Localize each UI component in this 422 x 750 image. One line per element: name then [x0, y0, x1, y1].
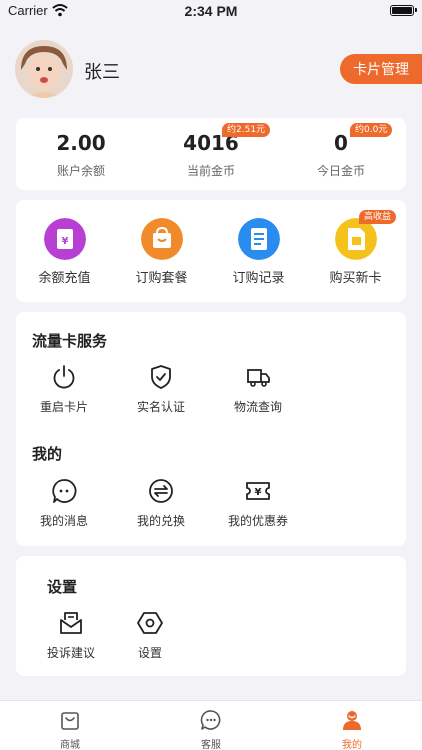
- settings-hex-icon: [137, 612, 163, 634]
- message-icon: [52, 479, 77, 503]
- status-bar: Carrier 2:34 PM: [0, 0, 422, 24]
- mail-icon: [60, 612, 82, 634]
- today-coins-badge: 约0.0元: [350, 123, 393, 137]
- document-icon: [238, 218, 280, 260]
- clock: 2:34 PM: [184, 3, 238, 19]
- user-icon: [343, 711, 361, 730]
- today-coins[interactable]: 0 今日金币 约0.0元: [276, 118, 406, 190]
- real-name-verify-button[interactable]: 实名认证: [113, 364, 209, 414]
- card-manage-button[interactable]: 卡片管理: [340, 54, 422, 84]
- coupon-icon: ¥: [246, 482, 270, 500]
- exchange-icon: [149, 479, 173, 503]
- high-yield-badge: 高收益: [359, 210, 397, 224]
- quick-actions-card: ¥ 余额充值 订购套餐 订购记录 购买新卡 高收益: [16, 200, 406, 302]
- order-plan-label: 订购套餐: [135, 271, 188, 286]
- coins-label: 当前金币: [186, 164, 235, 178]
- balance-value: 2.00: [56, 131, 106, 155]
- recharge-label: 余额充值: [38, 271, 91, 286]
- services-card: 流量卡服务 重启卡片 实名认证 物流查询 我的 我的消息 我的兑换 ¥ 我的优惠…: [16, 312, 406, 546]
- truck-icon: [247, 369, 270, 387]
- svg-text:¥: ¥: [255, 487, 262, 498]
- my-messages-button[interactable]: 我的消息: [16, 478, 112, 528]
- battery-icon: [390, 5, 417, 16]
- avatar[interactable]: [15, 40, 73, 98]
- settings-card: 设置 投诉建议 设置: [16, 556, 406, 676]
- restart-card-button[interactable]: 重启卡片: [16, 364, 112, 414]
- data-card-services-title: 流量卡服务: [32, 332, 108, 350]
- my-messages-label: 我的消息: [39, 514, 88, 528]
- settings-section-title: 设置: [47, 578, 78, 596]
- order-history-label: 订购记录: [232, 271, 285, 286]
- tab-mine[interactable]: 我的: [282, 701, 422, 750]
- power-icon: [53, 365, 75, 389]
- my-coupons-label: 我的优惠券: [227, 514, 288, 528]
- my-coupons-button[interactable]: ¥ 我的优惠券: [210, 478, 306, 528]
- order-plan-button[interactable]: 订购套餐: [113, 200, 210, 302]
- balance-label: 账户余额: [56, 164, 105, 178]
- today-coins-label: 今日金币: [316, 164, 365, 178]
- wallet-icon: ¥: [44, 218, 86, 260]
- balance-card: 2.00 账户余额 4016 当前金币 约2.51元 0 今日金币 约0.0元: [16, 118, 406, 190]
- username: 张三: [84, 62, 120, 83]
- mine-section-title: 我的: [32, 445, 63, 463]
- coins-value-badge: 约2.51元: [222, 123, 271, 137]
- my-exchange-label: 我的兑换: [136, 514, 185, 528]
- sim-card-icon: [335, 218, 377, 260]
- tab-mall[interactable]: 商城: [0, 701, 140, 750]
- profile-header: 张三 卡片管理: [0, 36, 422, 106]
- tab-mall-label: 商城: [60, 740, 80, 750]
- buy-new-card-label: 购买新卡: [329, 271, 382, 286]
- shop-bag-icon: [61, 712, 79, 730]
- shield-check-icon: [151, 365, 171, 389]
- logistics-query-label: 物流查询: [233, 400, 282, 414]
- real-name-verify-label: 实名认证: [136, 400, 185, 414]
- tab-customer-service[interactable]: 客服: [141, 701, 281, 750]
- settings-label: 设置: [137, 646, 162, 660]
- logistics-query-button[interactable]: 物流查询: [210, 364, 306, 414]
- tab-bar: 商城 客服 我的: [0, 700, 422, 750]
- my-exchange-button[interactable]: 我的兑换: [113, 478, 209, 528]
- current-coins[interactable]: 4016 当前金币 约2.51元: [146, 118, 276, 190]
- tab-customer-service-label: 客服: [201, 740, 221, 750]
- buy-new-card-button[interactable]: 购买新卡 高收益: [307, 200, 404, 302]
- account-balance[interactable]: 2.00 账户余额: [16, 118, 146, 190]
- restart-card-label: 重启卡片: [39, 400, 88, 414]
- order-history-button[interactable]: 订购记录: [210, 200, 307, 302]
- settings-button[interactable]: 设置: [102, 610, 198, 660]
- recharge-button[interactable]: ¥ 余额充值: [16, 200, 113, 302]
- shopping-bag-icon: [141, 218, 183, 260]
- tab-mine-label: 我的: [342, 740, 362, 750]
- svg-text:¥: ¥: [62, 236, 69, 247]
- chat-icon: [200, 710, 221, 730]
